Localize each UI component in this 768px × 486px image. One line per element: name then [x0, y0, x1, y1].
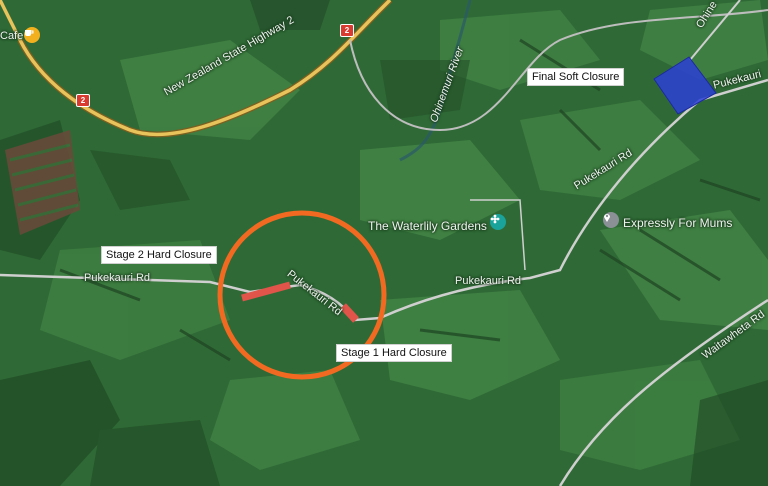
garden-flower-icon[interactable] — [490, 214, 506, 230]
callout-final-soft-closure: Final Soft Closure — [527, 68, 625, 86]
poi-label-expressly[interactable]: Expressly For Mums — [623, 216, 732, 230]
cafe-label: Cafe — [0, 30, 24, 42]
road-label-mid: Pukekauri Rd — [455, 275, 522, 287]
highway-shield-1: 2 — [340, 24, 354, 37]
poi-label-waterlily[interactable]: The Waterlily Gardens — [368, 219, 487, 233]
location-pin-icon[interactable] — [603, 212, 619, 228]
road-label-west: Pukekauri Rd — [84, 272, 151, 284]
map-view[interactable]: 2 2 New Zealand State Highway 2 Ohinemur… — [0, 0, 768, 486]
callout-stage2-hard-closure: Stage 2 Hard Closure — [101, 246, 217, 264]
callout-stage1-hard-closure: Stage 1 Hard Closure — [336, 344, 452, 362]
coffee-cup-icon[interactable] — [24, 27, 40, 43]
highway-shield-2: 2 — [76, 94, 90, 107]
map-canvas — [0, 0, 768, 486]
